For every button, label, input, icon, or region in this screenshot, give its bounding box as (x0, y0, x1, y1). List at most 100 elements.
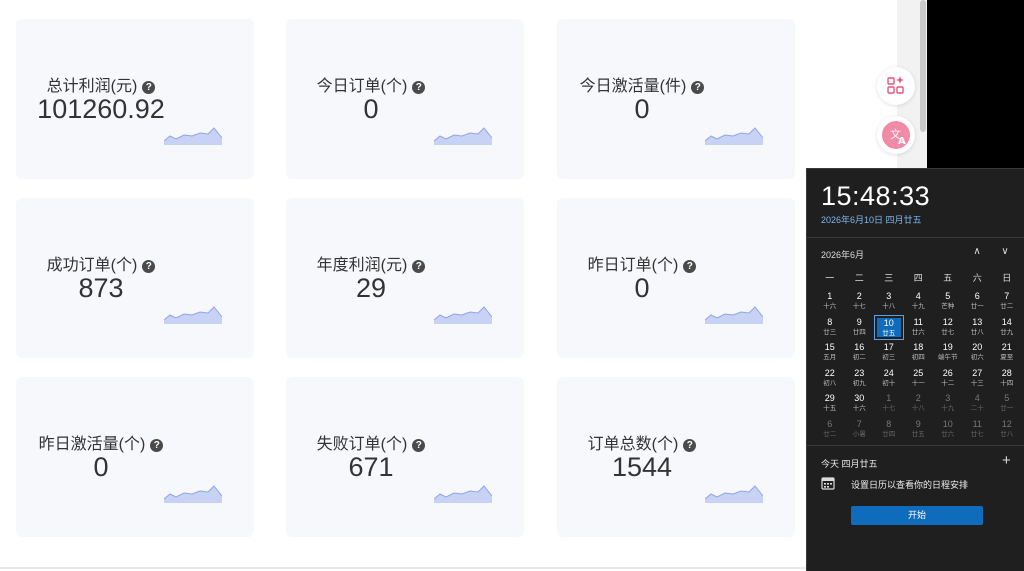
sparkline (434, 485, 492, 503)
divider (0, 567, 806, 569)
day-number: 7 (856, 418, 862, 429)
stat-card-label: 失败订单(个) (316, 436, 408, 453)
calendar-day[interactable]: 1 十六 (815, 289, 845, 314)
svg-text:A: A (898, 136, 906, 147)
sparkline (705, 127, 763, 145)
calendar-day[interactable]: 23 初九 (845, 366, 875, 391)
stat-card-label: 昨日激活量(个) (38, 436, 146, 453)
calendar-day[interactable]: 6 廿一 (963, 289, 993, 314)
day-number: 24 (883, 367, 894, 378)
calendar-day[interactable]: 9 廿五 (904, 417, 934, 442)
calendar-day[interactable]: 4 十九 (904, 289, 934, 314)
question-circle-icon[interactable]: ? (683, 439, 697, 452)
add-event-button[interactable]: + (1002, 452, 1011, 469)
sparkline (434, 306, 492, 324)
question-circle-icon[interactable]: ? (412, 260, 426, 273)
calendar-day[interactable]: 13 廿八 (963, 315, 993, 340)
weekday-label: 日 (1002, 273, 1012, 283)
lunar-date: 廿九 (1000, 328, 1014, 336)
question-circle-icon[interactable]: ? (412, 439, 426, 452)
day-number: 29 (824, 393, 835, 403)
calendar-day[interactable]: 12 廿八 (992, 417, 1022, 442)
background-region (927, 0, 1024, 168)
calendar-day[interactable]: 3 十八 (874, 289, 904, 314)
calendar-day[interactable]: 8 廿四 (874, 417, 904, 442)
calendar-day[interactable]: 17 初三 (874, 340, 904, 365)
calendar-day[interactable]: 5 芒种 (933, 289, 963, 314)
grid-sparkle-button[interactable] (877, 67, 915, 105)
calendar-day[interactable]: 11 廿七 (963, 417, 993, 442)
calendar-day[interactable]: 4 二十 (963, 391, 993, 416)
day-number: 15 (824, 342, 835, 352)
day-number: 9 (856, 316, 862, 327)
day-number: 11 (972, 418, 982, 429)
calendar-day[interactable]: 18 初四 (904, 340, 934, 365)
calendar-day[interactable]: 20 初六 (963, 340, 993, 365)
day-number: 13 (972, 316, 983, 327)
calendar-day-today[interactable]: 10 廿五 (874, 314, 904, 340)
day-number: 6 (827, 418, 833, 429)
lunar-date: 初十 (882, 379, 896, 387)
full-date-link[interactable]: 2026年6月10日 四月廿五 (821, 213, 922, 226)
calendar-day[interactable]: 15 五月 (815, 340, 845, 365)
calendar-day[interactable]: 9 廿四 (845, 315, 875, 340)
stat-card-title: 今日订单(个)? (286, 72, 456, 96)
day-number: 21 (1001, 342, 1012, 352)
calendar-day[interactable]: 25 十一 (904, 366, 934, 391)
calendar-day[interactable]: 19 端午节 (933, 340, 963, 365)
question-circle-icon[interactable]: ? (150, 439, 164, 452)
calendar-day[interactable]: 24 初十 (874, 366, 904, 391)
scrollbar-thumb[interactable] (920, 0, 926, 132)
calendar-day[interactable]: 10 廿六 (933, 417, 963, 442)
calendar-day[interactable]: 12 廿七 (933, 315, 963, 340)
calendar-day[interactable]: 29 十五 (815, 391, 845, 416)
lunar-date: 廿一 (970, 303, 984, 310)
stat-card: 成功订单(个)? 873 (16, 198, 254, 358)
calendar-day[interactable]: 27 十三 (963, 366, 993, 391)
calendar-day[interactable]: 1 十七 (874, 391, 904, 416)
translate-button[interactable]: 文 A (877, 116, 915, 154)
month-label[interactable]: 2026年6月 (821, 248, 864, 261)
calendar-day[interactable]: 30 十六 (845, 391, 875, 416)
calendar-day[interactable]: 14 廿九 (992, 315, 1022, 340)
lunar-date: 十四 (1000, 379, 1014, 387)
question-circle-icon[interactable]: ? (412, 81, 426, 94)
day-number: 3 (945, 393, 951, 403)
calendar-day[interactable]: 26 十二 (933, 366, 963, 391)
next-month-button[interactable]: ∨ (997, 245, 1013, 259)
question-circle-icon[interactable]: ? (142, 81, 156, 94)
lunar-date: 初三 (882, 354, 896, 361)
start-button[interactable]: 开始 (851, 506, 983, 525)
calendar-day[interactable]: 7 小暑 (845, 417, 875, 442)
lunar-date: 廿六 (911, 328, 925, 336)
lunar-date: 廿八 (1000, 430, 1014, 438)
question-circle-icon[interactable]: ? (691, 81, 705, 94)
calendar-day[interactable]: 28 十四 (992, 366, 1022, 391)
calendar-day[interactable]: 7 廿二 (992, 289, 1022, 314)
question-circle-icon[interactable]: ? (142, 260, 156, 273)
prev-month-button[interactable]: ∧ (969, 245, 985, 259)
lunar-date: 十七 (852, 303, 866, 310)
lunar-date: 小暑 (852, 430, 866, 438)
calendar-day[interactable]: 3 十九 (933, 391, 963, 416)
calendar-day[interactable]: 21 夏至 (992, 340, 1022, 365)
agenda-message: 设置日历以查看你的日程安排 (851, 480, 969, 490)
lunar-date: 十八 (882, 303, 896, 310)
stat-card: 昨日激活量(个)? 0 (16, 377, 254, 537)
calendar-day[interactable]: 22 初八 (815, 366, 845, 391)
question-circle-icon[interactable]: ? (683, 260, 697, 273)
calendar-day[interactable]: 11 廿六 (904, 315, 934, 340)
calendar-day[interactable]: 6 廿二 (815, 417, 845, 442)
calendar-day[interactable]: 16 初二 (845, 340, 875, 365)
calendar-day[interactable]: 2 十七 (845, 289, 875, 314)
stat-card-label: 今日激活量(件) (579, 78, 687, 95)
lunar-date: 初九 (852, 379, 866, 387)
stat-card: 年度利润(元)? 29 (286, 198, 524, 358)
lunar-date: 十九 (941, 405, 955, 412)
day-number: 11 (913, 316, 923, 327)
day-number: 19 (942, 342, 953, 352)
calendar-day[interactable]: 8 廿三 (815, 315, 845, 340)
calendar-day[interactable]: 2 十八 (904, 391, 934, 416)
calendar-day[interactable]: 5 廿一 (992, 391, 1022, 416)
lunar-date: 廿四 (852, 328, 866, 336)
